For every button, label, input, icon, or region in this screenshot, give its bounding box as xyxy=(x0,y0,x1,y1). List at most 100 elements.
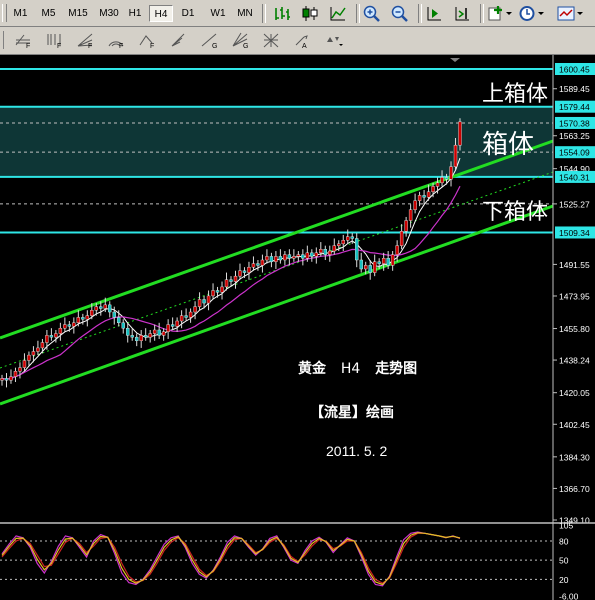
candle-body xyxy=(242,270,247,273)
candle-body xyxy=(193,306,197,313)
oscillator-level-label: 50 xyxy=(559,556,569,566)
text-label-icon[interactable]: A xyxy=(293,31,313,50)
candle-body xyxy=(444,177,449,180)
periods-icon[interactable] xyxy=(518,4,546,23)
candle-body xyxy=(292,256,296,259)
candle-body xyxy=(229,279,233,282)
candle-body xyxy=(40,342,45,349)
svg-text:G: G xyxy=(212,43,217,50)
line-chart-icon[interactable] xyxy=(328,4,348,23)
timeframe-h4-button[interactable]: H4 xyxy=(149,5,173,22)
candle-body xyxy=(453,144,458,167)
candle-body xyxy=(233,275,238,282)
auto-scroll-icon[interactable] xyxy=(424,4,444,23)
oscillator-level-label: 105 xyxy=(559,521,573,531)
gann-line-icon[interactable]: G xyxy=(200,31,220,50)
candle-body xyxy=(197,299,202,307)
price-tick-label: 1579.44 xyxy=(559,102,590,112)
drawing-toolbar: FFFFFGGA xyxy=(0,27,595,55)
candle-body xyxy=(399,231,404,246)
candle-body xyxy=(390,254,395,266)
candle-body xyxy=(94,306,98,311)
bar-chart-icon[interactable] xyxy=(272,4,292,23)
oscillator-level-label: -6.00 xyxy=(559,592,579,600)
candle-body xyxy=(58,327,63,334)
box-zone-fill xyxy=(0,106,553,177)
zoom-in-icon[interactable] xyxy=(362,4,382,23)
candle-body xyxy=(377,261,381,264)
timeframe-m30-button[interactable]: M30 xyxy=(94,5,124,22)
candle-body xyxy=(417,195,422,201)
candle-body xyxy=(355,238,359,261)
templates-icon[interactable] xyxy=(556,4,586,23)
candle-body xyxy=(458,121,462,146)
candle-body xyxy=(143,335,148,338)
candle-body xyxy=(426,191,431,198)
chart-caption-title: 黄金 H4 走势图 xyxy=(298,358,417,378)
timeframe-w1-button[interactable]: W1 xyxy=(206,5,230,22)
timeframe-m5-button[interactable]: M5 xyxy=(36,5,61,22)
candle-body xyxy=(260,259,265,266)
candle-body xyxy=(188,311,193,318)
chart-caption-date: 2011. 5. 2 xyxy=(326,443,388,459)
candle-body xyxy=(49,335,54,338)
toolbar-grip[interactable] xyxy=(0,31,4,49)
timeframe-mn-button[interactable]: MN xyxy=(232,5,258,22)
candle-body xyxy=(67,324,72,327)
candle-body xyxy=(139,335,143,341)
timeframe-m1-button[interactable]: M1 xyxy=(8,5,33,22)
candle-body xyxy=(103,304,107,309)
chart-shift-icon[interactable] xyxy=(452,4,472,23)
price-tick-label: 1491.55 xyxy=(559,260,590,270)
toolbar-separator xyxy=(480,4,484,23)
candle-body xyxy=(314,252,319,257)
timeframe-d1-button[interactable]: D1 xyxy=(176,5,200,22)
candle-body xyxy=(287,254,292,259)
candle-body xyxy=(22,360,27,368)
candle-body xyxy=(346,236,350,241)
candle-body xyxy=(121,322,125,329)
timeframe-m15-button[interactable]: M15 xyxy=(64,5,92,22)
candle-body xyxy=(4,378,9,381)
fibo-retracement-icon[interactable]: F xyxy=(14,31,34,50)
candle-body xyxy=(36,347,40,352)
box-label: 箱体 xyxy=(482,130,535,160)
candle-body xyxy=(220,286,224,293)
svg-text:F: F xyxy=(57,43,61,50)
candle-body xyxy=(72,322,76,327)
price-tick-label: 1570.38 xyxy=(559,118,590,128)
candle-body xyxy=(161,331,166,336)
toolbar-grip[interactable] xyxy=(2,4,7,22)
candle-body xyxy=(54,333,58,338)
zoom-out-icon[interactable] xyxy=(390,4,410,23)
candle-body xyxy=(269,256,274,262)
svg-text:F: F xyxy=(26,43,30,50)
candlestick-chart-icon[interactable] xyxy=(300,4,320,23)
fibo-expansion-icon[interactable]: F xyxy=(138,31,158,50)
candle-body xyxy=(27,354,31,361)
candle-body xyxy=(224,279,229,288)
candle-body xyxy=(323,249,327,255)
candle-body xyxy=(99,306,103,309)
candle-body xyxy=(381,258,386,264)
gann-grid-icon[interactable] xyxy=(262,31,282,50)
indicators-icon[interactable] xyxy=(486,4,514,23)
fibo-fan-icon[interactable]: F xyxy=(76,31,96,50)
candle-body xyxy=(76,317,81,324)
fibo-arcs-icon[interactable]: F xyxy=(107,31,127,50)
candle-body xyxy=(422,195,426,198)
candle-body xyxy=(148,333,152,338)
candle-body xyxy=(9,376,13,381)
candle-body xyxy=(368,265,372,273)
arrows-menu-icon[interactable] xyxy=(324,31,344,50)
gann-fan-icon[interactable]: G xyxy=(231,31,251,50)
candle-body xyxy=(170,324,175,327)
svg-text:G: G xyxy=(243,43,248,50)
fibo-time-zones-icon[interactable]: F xyxy=(45,31,65,50)
timeframe-h1-button[interactable]: H1 xyxy=(124,5,146,22)
candle-body xyxy=(440,177,444,184)
oscillator-level-label: 80 xyxy=(559,536,569,546)
andrews-pitchfork-icon[interactable] xyxy=(169,31,189,50)
caption-symbol: 黄金 xyxy=(298,361,326,377)
candle-body xyxy=(215,290,220,293)
